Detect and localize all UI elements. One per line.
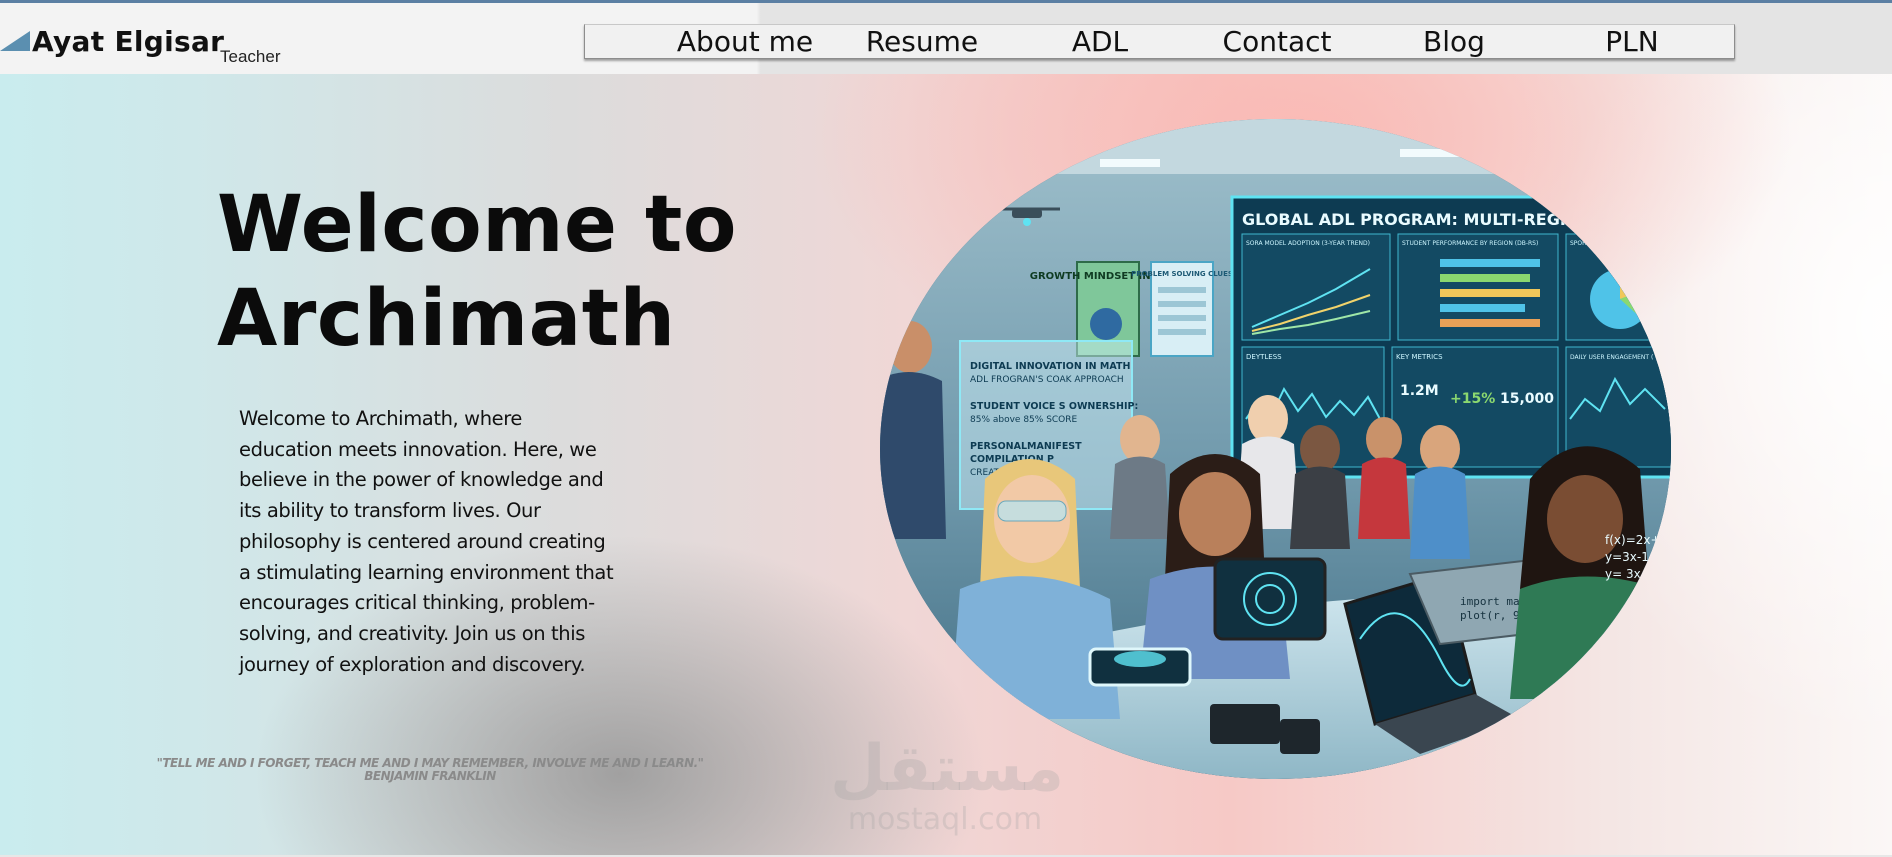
nav-pln[interactable]: PLN bbox=[1547, 25, 1717, 58]
equation-text: f(x)=2x+ bbox=[1605, 533, 1661, 547]
nav-about-me[interactable]: About me bbox=[660, 25, 830, 58]
activities-panel-label: DEYTLESS bbox=[1246, 353, 1282, 361]
laptop-code-line: plot(r, 9) bbox=[1460, 609, 1526, 622]
hero-title-line-2: Archimath bbox=[217, 274, 676, 364]
equation-text: y= 3x bbox=[1605, 567, 1641, 581]
metric-value: 15,000 bbox=[1500, 391, 1554, 407]
logo-triangle-icon bbox=[0, 31, 30, 51]
metric-value: +15% bbox=[1450, 391, 1495, 407]
brain-icon bbox=[1090, 308, 1122, 340]
classroom-scene: GROWTH MINDSET IN MATH PROBLEM SOLVING C… bbox=[880, 119, 1671, 779]
adoption-panel-label: SORA MODEL ADOPTION (3-YEAR TREND) bbox=[1246, 240, 1370, 247]
hologram-text: 85% above 85% SCORE bbox=[970, 415, 1078, 425]
quote-author: BENJAMIN FRANKLIN bbox=[364, 769, 496, 783]
hologram-text: STUDENT VOICE S OWNERSHIP: bbox=[970, 401, 1138, 412]
nav-resume[interactable]: Resume bbox=[837, 25, 1007, 58]
hero-section: Welcome to Archimath Welcome to Archimat… bbox=[0, 74, 1892, 855]
engagement-panel-label: DAILY USER ENGAGEMENT ( bbox=[1570, 354, 1653, 361]
intro-paragraph: Welcome to Archimath, where education me… bbox=[239, 407, 614, 676]
sport-panel-label: SPORT bbox=[1570, 240, 1590, 247]
watermark: مستقل mostaql.com bbox=[830, 732, 1065, 837]
equation-text: y=3x-1 bbox=[1605, 550, 1649, 564]
key-metrics-panel bbox=[1391, 346, 1559, 468]
watermark-latin: mostaql.com bbox=[847, 802, 1043, 837]
tablet-device bbox=[1213, 557, 1327, 641]
ceiling bbox=[880, 119, 1671, 174]
hologram-text: ADL FROGRAN'S COAK APPROACH bbox=[970, 375, 1124, 385]
ceiling-light bbox=[1100, 159, 1160, 167]
hologram-text: DIGITAL INNOVATION IN MATH bbox=[970, 361, 1130, 372]
nav-contact[interactable]: Contact bbox=[1192, 25, 1362, 58]
problem-poster-text: PROBLEM SOLVING CLUES bbox=[1131, 270, 1233, 278]
ceiling-light bbox=[1400, 149, 1480, 157]
hero-title-line-1: Welcome to bbox=[217, 180, 737, 270]
site-header: Ayat Elgisar Teacher About me Resume ADL… bbox=[0, 3, 1892, 74]
nav-blog[interactable]: Blog bbox=[1369, 25, 1539, 58]
metric-value: 1.2M bbox=[1400, 383, 1439, 399]
main-navigation: About me Resume ADL Contact Blog PLN bbox=[584, 24, 1735, 59]
nav-adl[interactable]: ADL bbox=[1015, 25, 1185, 58]
watermark-arabic: مستقل bbox=[830, 732, 1065, 806]
dashboard-title: GLOBAL ADL PROGRAM: MULTI-REGION PERFO bbox=[1242, 210, 1658, 229]
performance-panel-label: STUDENT PERFORMANCE BY REGION (DB-RS) bbox=[1402, 240, 1538, 247]
hologram-text: PERSONALMANIFEST bbox=[970, 441, 1082, 452]
quote-block: "TELL ME AND I FORGET, TEACH ME AND I MA… bbox=[120, 757, 740, 783]
key-metrics-label: KEY METRICS bbox=[1396, 353, 1443, 361]
classroom-illustration: GROWTH MINDSET IN MATH PROBLEM SOLVING C… bbox=[880, 119, 1671, 779]
site-tagline: Teacher bbox=[220, 47, 281, 66]
site-title[interactable]: Ayat Elgisar bbox=[32, 25, 224, 58]
equation-hologram: f(x)=2x+ y=3x-1 y= 3x bbox=[1605, 533, 1661, 581]
hero-title: Welcome to Archimath bbox=[217, 178, 817, 366]
robot-kit bbox=[1210, 704, 1280, 744]
